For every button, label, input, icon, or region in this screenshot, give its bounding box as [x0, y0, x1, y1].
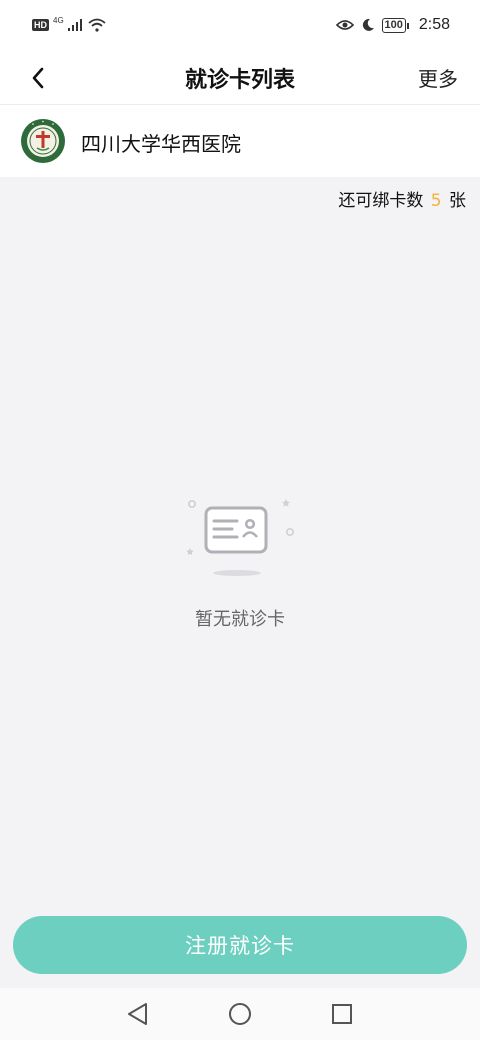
hospital-logo: [21, 119, 65, 163]
hospital-name: 四川大学华西医院: [81, 132, 241, 156]
wifi-icon: [88, 18, 106, 32]
more-button[interactable]: 更多: [418, 63, 458, 92]
hospital-selector[interactable]: 四川大学华西医院: [0, 105, 480, 177]
register-card-button[interactable]: 注册就诊卡: [13, 916, 467, 974]
hd-badge: HD: [32, 19, 49, 31]
empty-state-text: 暂无就诊卡: [195, 609, 285, 630]
status-right: 100 2:58: [335, 16, 450, 34]
square-recent-icon[interactable]: [328, 1000, 356, 1028]
bind-remaining-label: 还可绑卡数: [338, 191, 424, 211]
triangle-back-icon[interactable]: [124, 1000, 152, 1028]
bind-remaining-count: 5: [430, 191, 442, 211]
system-navigation-bar: [0, 988, 480, 1040]
page-title: 就诊卡列表: [184, 68, 295, 93]
signal-icon: [67, 19, 82, 31]
eye-icon: [335, 20, 354, 30]
status-bar: HD 4G 100 2:58: [0, 0, 480, 52]
network-type: 4G: [53, 15, 64, 25]
moon-icon: [362, 18, 374, 31]
battery-indicator: 100: [381, 17, 410, 33]
nav-bar: 就诊卡列表 更多: [0, 52, 480, 105]
clock: 2:58: [418, 16, 450, 33]
empty-card-illustration: [186, 499, 295, 576]
bind-remaining-unit: 张: [449, 191, 466, 211]
circle-home-icon[interactable]: [226, 1000, 254, 1028]
bind-remaining: 还可绑卡数 5 张: [338, 186, 466, 211]
status-left: HD 4G: [32, 15, 106, 32]
